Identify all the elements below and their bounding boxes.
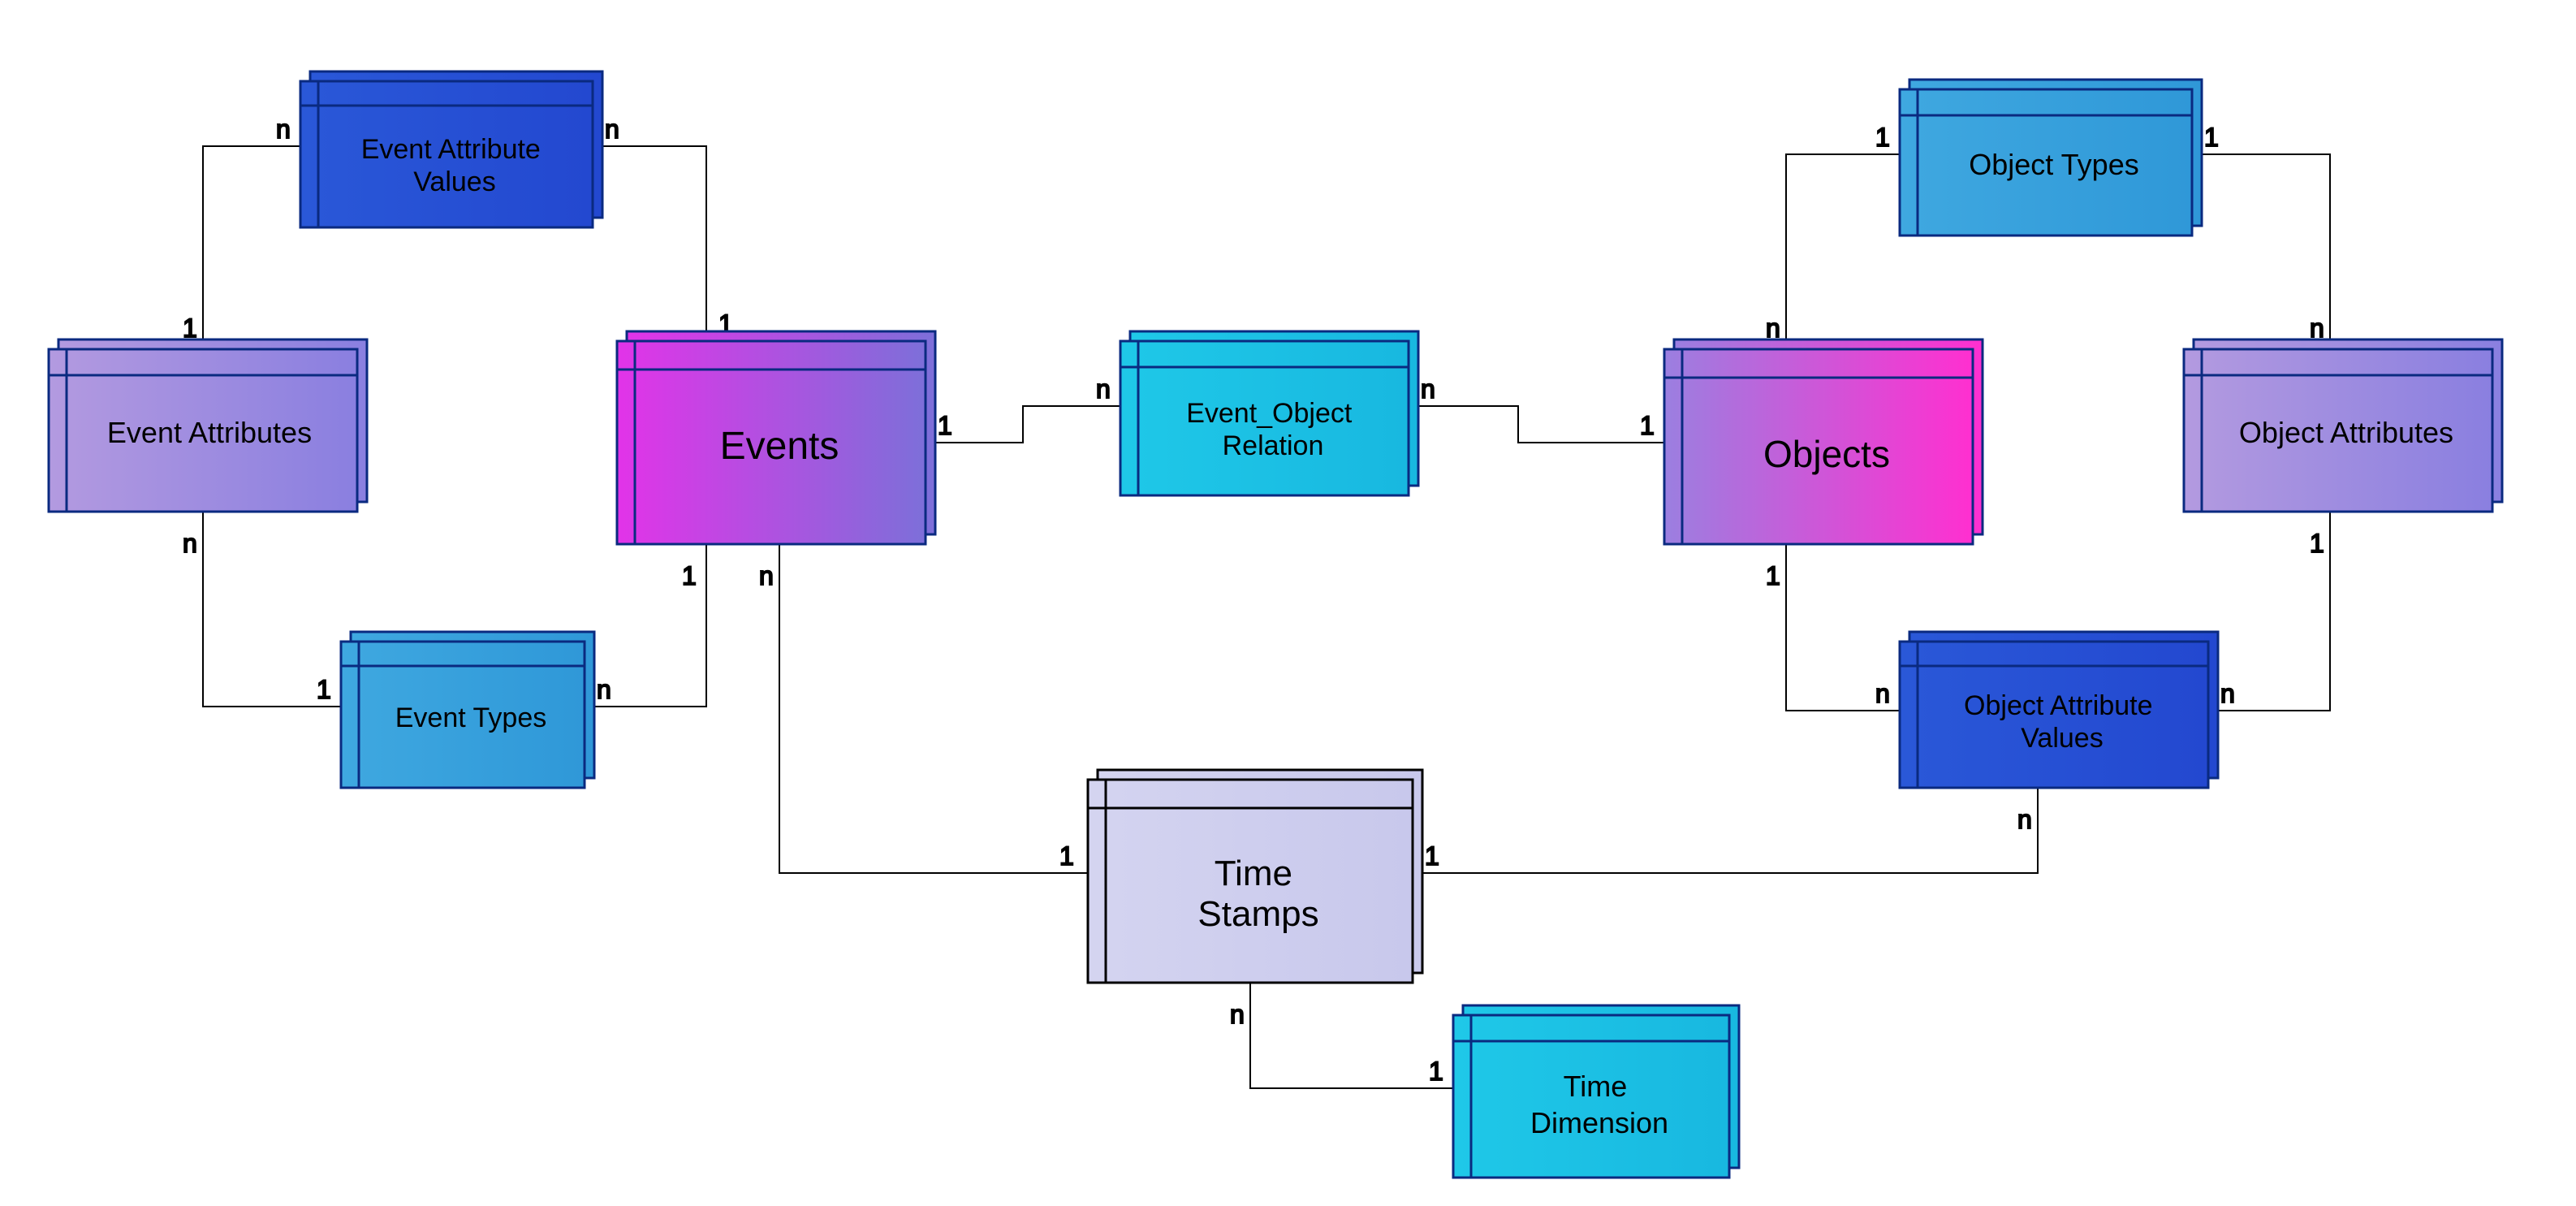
entity-objects: Objects	[1664, 339, 1983, 544]
card-evattr-evtypes-n: n	[183, 529, 197, 558]
entity-event-attributes: Event Attributes	[49, 339, 367, 512]
card-objects-objattrval-n: n	[1875, 679, 1890, 708]
er-diagram: 1 n n 1 n 1 n 1 1 n n 1 n 1 1 n 1 n	[0, 0, 2576, 1206]
entity-events: Events	[617, 331, 935, 544]
entity-label: Time Stamps	[1197, 854, 1318, 934]
entity-event-attribute-values: Event Attribute Values	[300, 71, 602, 227]
card-evattr-evtypes-1: 1	[317, 675, 331, 704]
card-eorel-objects-1: 1	[1640, 411, 1655, 440]
entity-time-dimension: Time Dimension	[1453, 1005, 1739, 1178]
entity-label: Event Attributes	[107, 416, 312, 449]
card-objtypes-objattr-1: 1	[2204, 123, 2219, 152]
entity-event-object-relation: Event_Object Relation	[1120, 331, 1418, 495]
card-evtypes-events-1: n	[597, 675, 611, 704]
card-events-ts-1: 1	[1059, 841, 1074, 871]
entity-label: Events	[720, 425, 839, 468]
card-ts-td-1: 1	[1429, 1057, 1443, 1086]
card-objattr-objattrval-1: 1	[2310, 529, 2324, 558]
entity-event-types: Event Types	[341, 632, 594, 788]
card-ts-objattrval-n: n	[2017, 805, 2032, 834]
entity-label: Object Attributes	[2239, 416, 2453, 449]
entity-object-attribute-values: Object Attribute Values	[1900, 632, 2218, 788]
entity-object-types: Object Types	[1900, 80, 2202, 236]
card-ts-objattrval-1: 1	[1425, 841, 1439, 871]
entity-label: Object Types	[1969, 148, 2138, 181]
card-evattrval-events-n: n	[605, 115, 619, 144]
card-events-eorel-n: n	[1096, 374, 1111, 404]
card-evtypes-events-n: 1	[682, 561, 697, 590]
card-ts-td-n: n	[1230, 1000, 1245, 1029]
card-events-eorel-1: 1	[938, 411, 952, 440]
card-objects-objtypes-1: 1	[1875, 123, 1890, 152]
entity-label: Objects	[1763, 433, 1890, 475]
entity-label: Event Types	[395, 702, 547, 733]
card-objects-objattrval-1: 1	[1766, 561, 1780, 590]
card-objattr-objattrval-n: n	[2220, 679, 2235, 708]
card-evattr-evattrval-n: n	[276, 115, 291, 144]
entity-time-stamps: Time Stamps	[1088, 770, 1422, 983]
card-eorel-objects-n: n	[1421, 374, 1435, 404]
entity-object-attributes: Object Attributes	[2184, 339, 2502, 512]
card-events-ts-n: n	[759, 561, 774, 590]
